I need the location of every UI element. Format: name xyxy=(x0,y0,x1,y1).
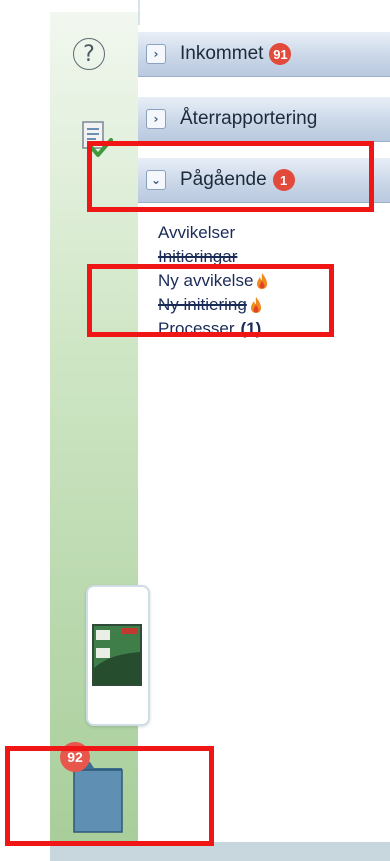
menu-item-label: Avvikelser xyxy=(158,223,236,242)
help-glyph: ? xyxy=(83,41,95,67)
help-icon[interactable]: ? xyxy=(73,38,105,70)
flame-icon xyxy=(250,297,261,313)
menu-item-processer[interactable]: Processer (1) xyxy=(158,317,358,341)
flame-icon xyxy=(257,273,268,289)
folder-count-badge: 92 xyxy=(60,742,90,772)
window-thumbnail-icon xyxy=(92,624,142,686)
menu-item-label: Processer xyxy=(158,319,235,338)
document-check-icon[interactable] xyxy=(80,120,114,160)
accordion-title: Pågående xyxy=(180,169,267,190)
accordion-header-inkommet[interactable]: › Inkommet 91 xyxy=(138,32,390,77)
menu-item-label: Initieringar xyxy=(158,247,238,266)
menu-item-label: Ny avvikelse xyxy=(158,271,254,290)
navigation-panel xyxy=(138,25,390,861)
accordion-header-pagaende[interactable]: ⌄ Pågående 1 xyxy=(138,158,390,203)
pagaende-menu: Avvikelser Initieringar Ny avvikelse Ny … xyxy=(158,221,358,341)
accordion-title: Återrapportering xyxy=(180,108,318,129)
menu-item-avvikelser[interactable]: Avvikelser xyxy=(158,221,358,245)
chevron-down-icon: ⌄ xyxy=(146,170,166,190)
menu-item-count: (1) xyxy=(240,319,262,338)
menu-item-label: Ny initiering xyxy=(158,295,247,314)
menu-item-initieringar[interactable]: Initieringar xyxy=(158,245,358,269)
bottom-strip xyxy=(50,842,390,861)
chevron-right-icon: › xyxy=(146,44,166,64)
menu-item-ny-avvikelse[interactable]: Ny avvikelse xyxy=(158,269,358,293)
accordion-header-aterrapportering[interactable]: › Återrapportering xyxy=(138,97,390,142)
count-badge: 1 xyxy=(272,169,295,191)
count-badge: 91 xyxy=(269,43,292,65)
accordion-title: Inkommet xyxy=(180,43,264,64)
chevron-right-icon: › xyxy=(146,109,166,129)
rail-top-fade xyxy=(50,0,138,12)
menu-item-ny-initiering[interactable]: Ny initiering xyxy=(158,293,358,317)
